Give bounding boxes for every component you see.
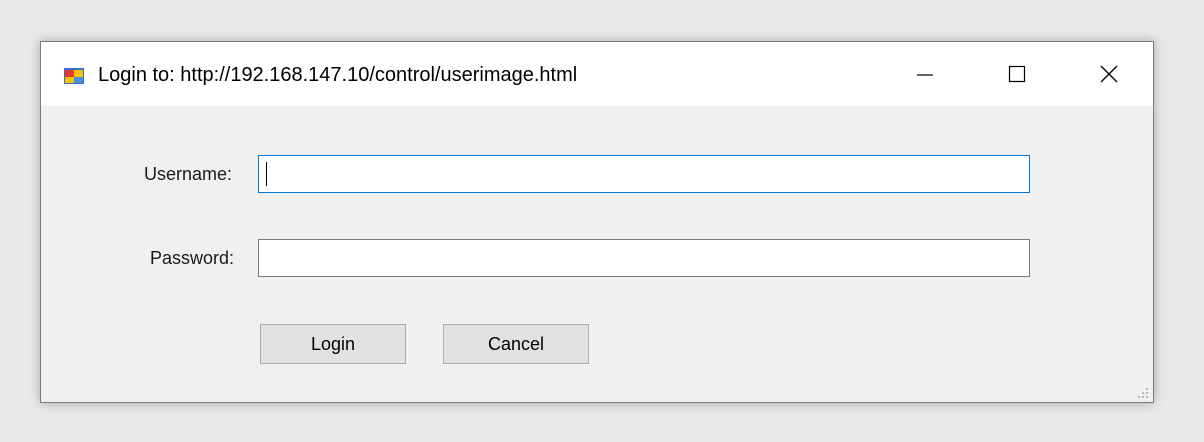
maximize-button[interactable] bbox=[971, 42, 1063, 106]
close-icon bbox=[1100, 65, 1118, 83]
minimize-icon bbox=[917, 74, 933, 76]
username-field[interactable] bbox=[258, 155, 1030, 193]
minimize-button[interactable] bbox=[879, 42, 971, 106]
cancel-button[interactable]: Cancel bbox=[443, 324, 589, 364]
password-label: Password: bbox=[149, 248, 234, 268]
maximize-icon bbox=[1008, 65, 1026, 83]
text-caret bbox=[266, 162, 267, 186]
close-button[interactable] bbox=[1063, 42, 1155, 106]
app-window-icon bbox=[64, 66, 84, 86]
title-bar[interactable]: Login to: http://192.168.147.10/control/… bbox=[41, 42, 1153, 106]
login-dialog: Login to: http://192.168.147.10/control/… bbox=[40, 41, 1154, 403]
username-label: Username: bbox=[143, 164, 232, 184]
password-field[interactable] bbox=[258, 239, 1030, 277]
window-title: Login to: http://192.168.147.10/control/… bbox=[98, 64, 578, 86]
login-button[interactable]: Login bbox=[260, 324, 406, 364]
resize-grip-icon[interactable] bbox=[1137, 386, 1149, 398]
